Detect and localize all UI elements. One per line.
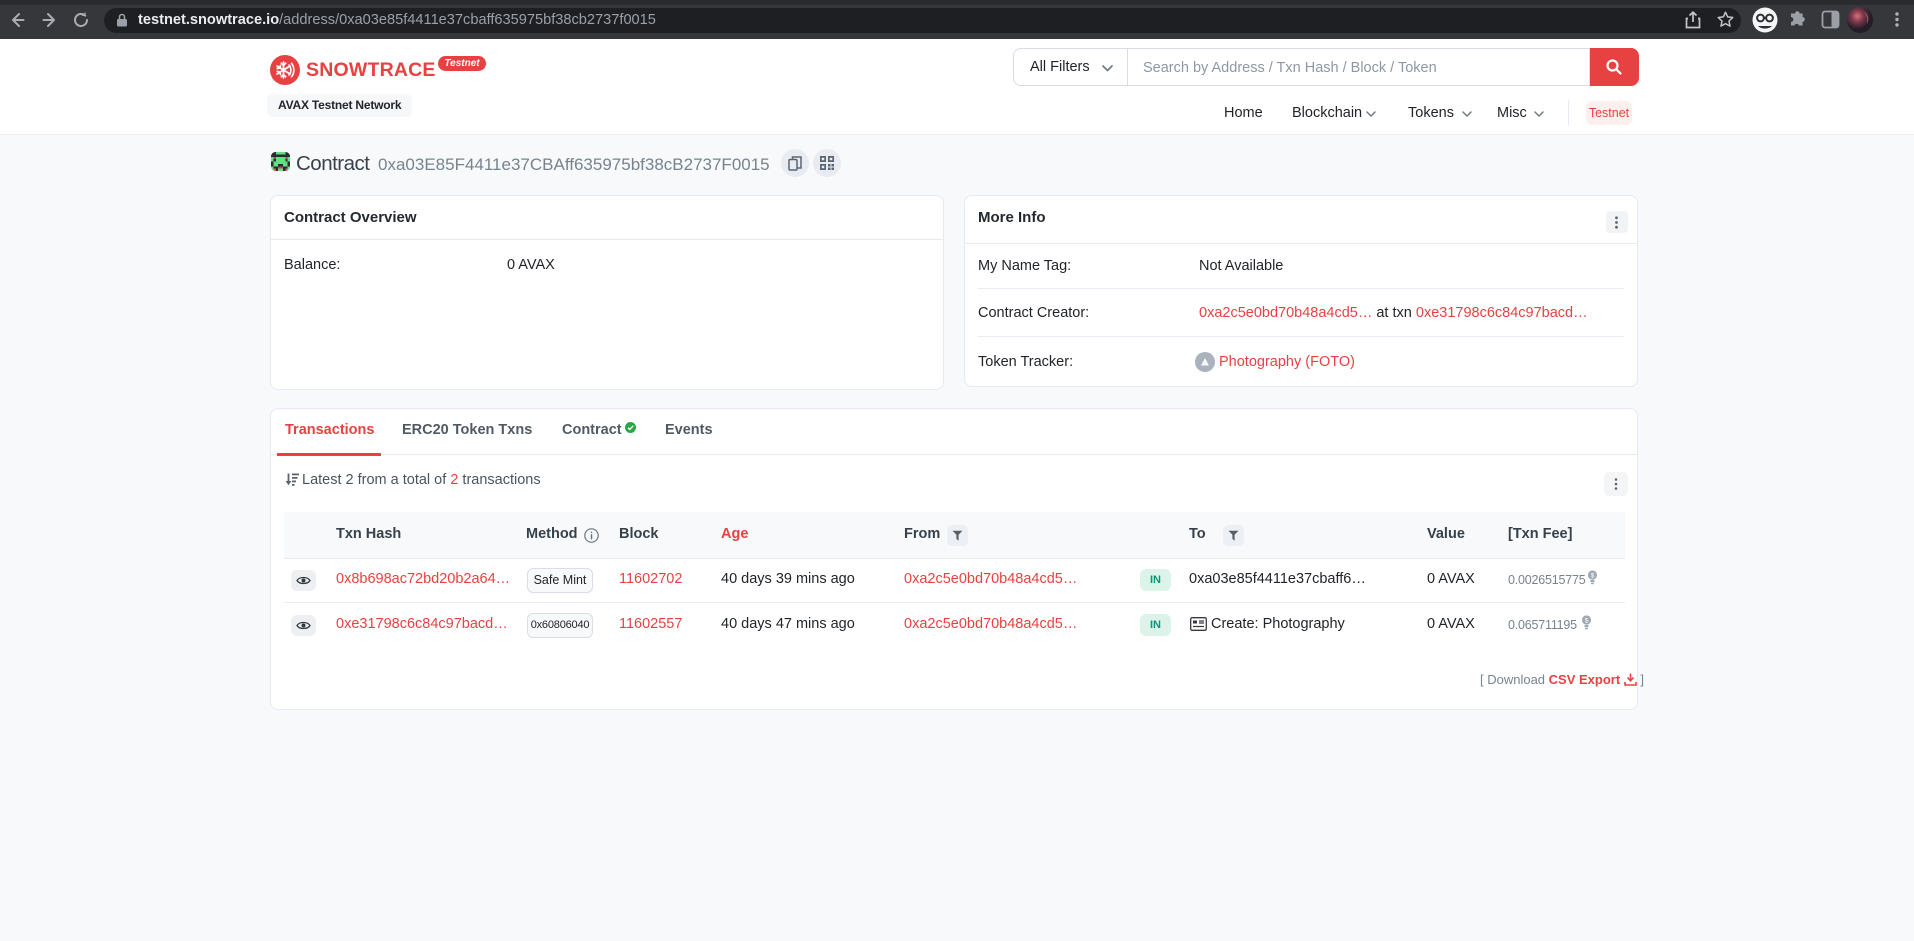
svg-text:$: $ xyxy=(1591,572,1595,579)
svg-text:$: $ xyxy=(1585,617,1589,624)
